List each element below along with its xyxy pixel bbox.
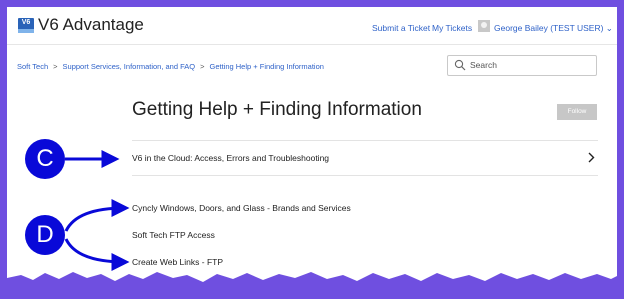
help-center-page: V6 V6 Advantage Submit a Ticket My Ticke… — [7, 7, 617, 292]
torn-edge — [7, 272, 617, 292]
